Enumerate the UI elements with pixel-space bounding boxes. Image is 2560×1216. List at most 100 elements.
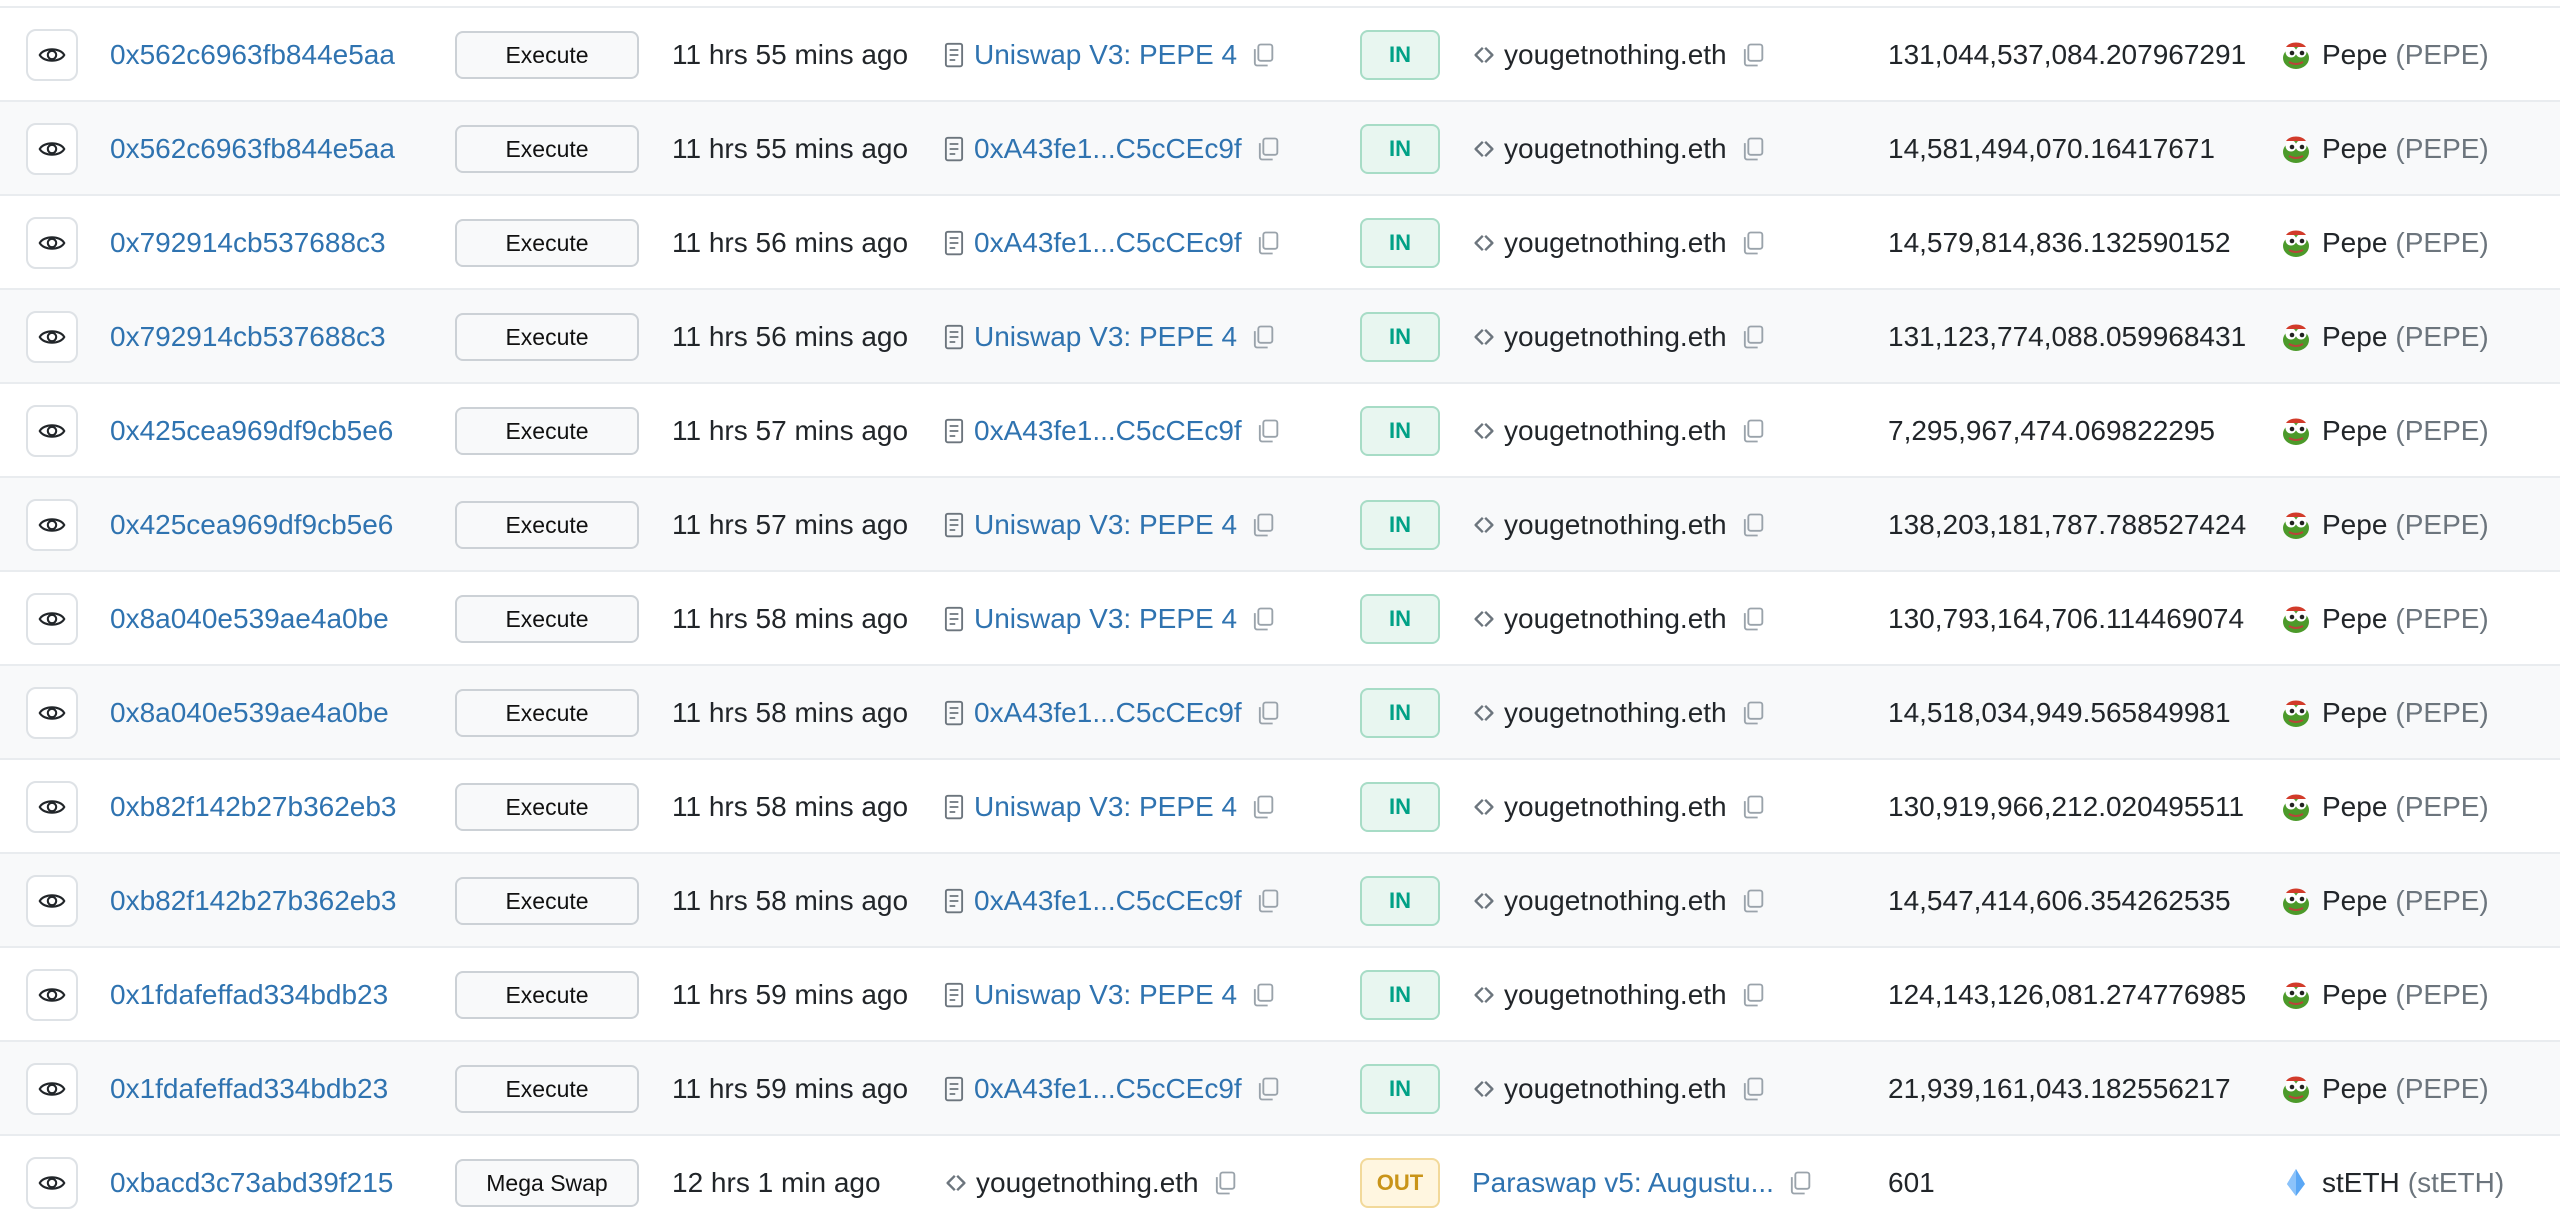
view-details-button[interactable] bbox=[26, 499, 78, 551]
txn-hash-link[interactable]: 0xbacd3c73abd39f215 bbox=[110, 1167, 393, 1199]
from-address[interactable]: Uniswap V3: PEPE 4 bbox=[974, 791, 1237, 823]
direction-badge: IN bbox=[1360, 312, 1440, 362]
txn-hash-link[interactable]: 0x1fdafeffad334bdb23 bbox=[110, 979, 388, 1011]
from-address[interactable]: 0xA43fe1...C5cCEc9f bbox=[974, 227, 1242, 259]
eye-icon bbox=[38, 1075, 66, 1103]
token-link[interactable]: Pepe (PEPE) bbox=[2280, 478, 2550, 572]
direction-badge: IN bbox=[1360, 124, 1440, 174]
token-link[interactable]: Pepe (PEPE) bbox=[2280, 290, 2550, 384]
from-address[interactable]: Uniswap V3: PEPE 4 bbox=[974, 321, 1237, 353]
from-address[interactable]: Uniswap V3: PEPE 4 bbox=[974, 979, 1237, 1011]
copy-icon[interactable] bbox=[1727, 793, 1767, 821]
copy-icon[interactable] bbox=[1727, 511, 1767, 539]
to-address: yougetnothing.eth bbox=[1504, 133, 1727, 164]
copy-icon[interactable] bbox=[1237, 511, 1277, 539]
copy-icon[interactable] bbox=[1199, 1169, 1239, 1197]
txn-hash-link[interactable]: 0x425cea969df9cb5e6 bbox=[110, 415, 393, 447]
view-details-button[interactable] bbox=[26, 217, 78, 269]
copy-icon[interactable] bbox=[1237, 793, 1277, 821]
txn-hash-link[interactable]: 0xb82f142b27b362eb3 bbox=[110, 791, 397, 823]
direction-badge: IN bbox=[1360, 970, 1440, 1020]
copy-icon[interactable] bbox=[1242, 417, 1282, 445]
amount-value: 124,143,126,081.274776985 bbox=[1888, 979, 2247, 1010]
copy-icon[interactable] bbox=[1242, 699, 1282, 727]
token-link[interactable]: Pepe (PEPE) bbox=[2280, 760, 2550, 854]
copy-icon[interactable] bbox=[1242, 887, 1282, 915]
from-address[interactable]: Uniswap V3: PEPE 4 bbox=[974, 509, 1237, 541]
to-address: yougetnothing.eth bbox=[1504, 697, 1727, 728]
txn-hash-link[interactable]: 0x1fdafeffad334bdb23 bbox=[110, 1073, 388, 1105]
view-details-button[interactable] bbox=[26, 593, 78, 645]
copy-icon[interactable] bbox=[1237, 981, 1277, 1009]
copy-icon[interactable] bbox=[1727, 417, 1767, 445]
copy-icon[interactable] bbox=[1237, 605, 1277, 633]
token-link[interactable]: Pepe (PEPE) bbox=[2280, 948, 2550, 1042]
view-details-button[interactable] bbox=[26, 123, 78, 175]
copy-icon[interactable] bbox=[1237, 323, 1277, 351]
token-link[interactable]: Pepe (PEPE) bbox=[2280, 666, 2550, 760]
copy-icon[interactable] bbox=[1727, 41, 1767, 69]
view-details-button[interactable] bbox=[26, 29, 78, 81]
copy-icon[interactable] bbox=[1727, 135, 1767, 163]
code-icon bbox=[1472, 325, 1504, 349]
from-address[interactable]: 0xA43fe1...C5cCEc9f bbox=[974, 133, 1242, 165]
view-details-button[interactable] bbox=[26, 405, 78, 457]
contract-doc-icon bbox=[944, 982, 974, 1008]
from-address[interactable]: Uniswap V3: PEPE 4 bbox=[974, 603, 1237, 635]
token-link[interactable]: Pepe (PEPE) bbox=[2280, 102, 2550, 196]
view-details-button[interactable] bbox=[26, 1157, 78, 1209]
direction-badge: OUT bbox=[1360, 1158, 1440, 1208]
token-link[interactable]: Pepe (PEPE) bbox=[2280, 8, 2550, 102]
txn-hash-link[interactable]: 0x792914cb537688c3 bbox=[110, 321, 386, 353]
copy-icon[interactable] bbox=[1727, 1075, 1767, 1103]
token-link[interactable]: Pepe (PEPE) bbox=[2280, 196, 2550, 290]
token-link[interactable]: stETH (stETH) bbox=[2280, 1136, 2550, 1216]
copy-icon[interactable] bbox=[1237, 41, 1277, 69]
txn-hash-link[interactable]: 0x425cea969df9cb5e6 bbox=[110, 509, 393, 541]
view-details-button[interactable] bbox=[26, 1063, 78, 1115]
from-address[interactable]: 0xA43fe1...C5cCEc9f bbox=[974, 885, 1242, 917]
copy-icon[interactable] bbox=[1727, 229, 1767, 257]
view-details-button[interactable] bbox=[26, 311, 78, 363]
view-details-button[interactable] bbox=[26, 781, 78, 833]
copy-icon[interactable] bbox=[1242, 1075, 1282, 1103]
txn-hash-link[interactable]: 0x8a040e539ae4a0be bbox=[110, 697, 389, 729]
token-link[interactable]: Pepe (PEPE) bbox=[2280, 854, 2550, 948]
token-link[interactable]: Pepe (PEPE) bbox=[2280, 572, 2550, 666]
txn-hash-link[interactable]: 0x792914cb537688c3 bbox=[110, 227, 386, 259]
from-address[interactable]: 0xA43fe1...C5cCEc9f bbox=[974, 415, 1242, 447]
pepe-token-icon bbox=[2280, 415, 2322, 447]
code-icon bbox=[944, 1171, 976, 1195]
copy-icon[interactable] bbox=[1727, 981, 1767, 1009]
from-address[interactable]: Uniswap V3: PEPE 4 bbox=[974, 39, 1237, 71]
from-address[interactable]: 0xA43fe1...C5cCEc9f bbox=[974, 697, 1242, 729]
token-link[interactable]: Pepe (PEPE) bbox=[2280, 1042, 2550, 1136]
token-symbol: (PEPE) bbox=[2395, 1073, 2489, 1104]
from-address[interactable]: 0xA43fe1...C5cCEc9f bbox=[974, 1073, 1242, 1105]
copy-icon[interactable] bbox=[1774, 1169, 1814, 1197]
to-address[interactable]: Paraswap v5: Augustu... bbox=[1472, 1167, 1774, 1199]
contract-doc-icon bbox=[944, 230, 974, 256]
copy-icon[interactable] bbox=[1727, 887, 1767, 915]
txn-hash-link[interactable]: 0xb82f142b27b362eb3 bbox=[110, 885, 397, 917]
txn-hash-link[interactable]: 0x562c6963fb844e5aa bbox=[110, 39, 395, 71]
txn-hash-link[interactable]: 0x8a040e539ae4a0be bbox=[110, 603, 389, 635]
copy-icon[interactable] bbox=[1242, 135, 1282, 163]
eye-icon bbox=[38, 41, 66, 69]
view-details-button[interactable] bbox=[26, 969, 78, 1021]
table-row: 0x792914cb537688c3 Execute 11 hrs 56 min… bbox=[0, 194, 2560, 288]
to-address: yougetnothing.eth bbox=[1504, 39, 1727, 70]
copy-icon[interactable] bbox=[1727, 605, 1767, 633]
amount-value: 131,044,537,084.207967291 bbox=[1888, 39, 2247, 70]
table-row: 0x1fdafeffad334bdb23 Execute 11 hrs 59 m… bbox=[0, 1040, 2560, 1134]
txn-hash-link[interactable]: 0x562c6963fb844e5aa bbox=[110, 133, 395, 165]
token-link[interactable]: Pepe (PEPE) bbox=[2280, 384, 2550, 478]
copy-icon[interactable] bbox=[1242, 229, 1282, 257]
method-badge: Execute bbox=[455, 595, 639, 643]
to-address: yougetnothing.eth bbox=[1504, 885, 1727, 916]
copy-icon[interactable] bbox=[1727, 699, 1767, 727]
view-details-button[interactable] bbox=[26, 875, 78, 927]
copy-icon[interactable] bbox=[1727, 323, 1767, 351]
age-text: 11 hrs 55 mins ago bbox=[672, 39, 909, 70]
view-details-button[interactable] bbox=[26, 687, 78, 739]
